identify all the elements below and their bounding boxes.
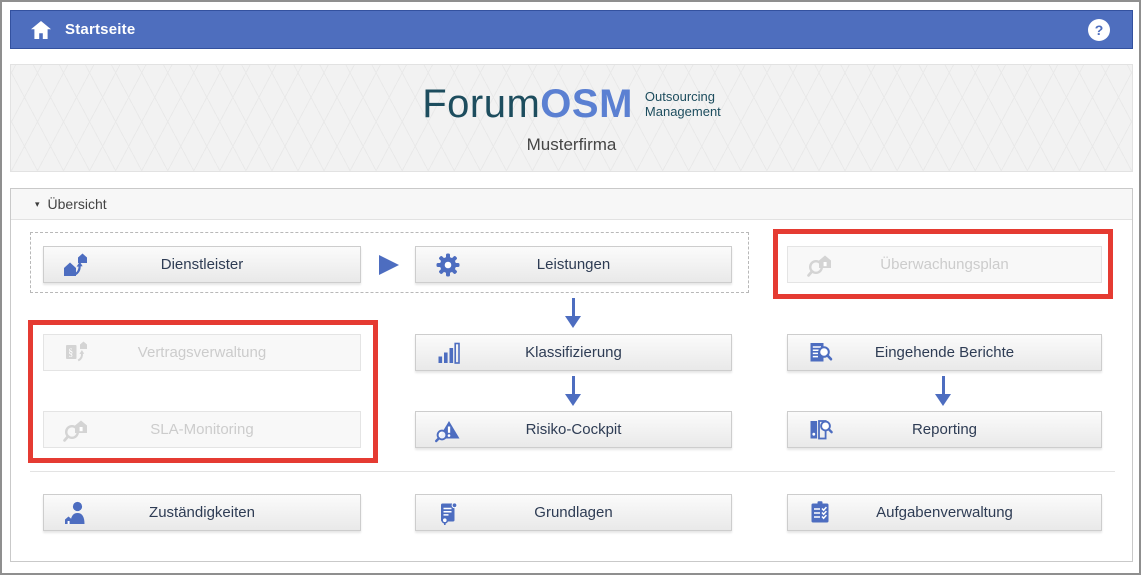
top-navigation-bar: Startseite ? (10, 10, 1133, 49)
contract-paragraph-icon: § (62, 339, 90, 367)
tile-leistungen[interactable]: Leistungen (415, 246, 732, 283)
tile-label: Dienstleister (161, 256, 244, 273)
search-house-icon (62, 416, 90, 444)
tile-label: Reporting (912, 421, 977, 438)
tile-eingehende-berichte[interactable]: Eingehende Berichte (787, 334, 1102, 371)
collapse-arrow-icon: ▾ (35, 199, 40, 210)
tile-risiko-cockpit[interactable]: Risiko-Cockpit (415, 411, 732, 448)
gear-icon (434, 251, 462, 279)
search-house-icon (806, 251, 834, 279)
tile-aufgabenverwaltung[interactable]: Aufgabenverwaltung (787, 494, 1102, 531)
tagline-line2: Management (645, 104, 721, 119)
svg-text:§: § (68, 347, 73, 358)
tile-label: Klassifizierung (525, 344, 622, 361)
tile-label: Überwachungsplan (880, 256, 1008, 273)
tile-grundlagen[interactable]: Grundlagen (415, 494, 732, 531)
tile-label: Risiko-Cockpit (526, 421, 622, 438)
tile-vertragsverwaltung: § Vertragsverwaltung (43, 334, 361, 371)
help-icon[interactable]: ? (1088, 19, 1110, 41)
brand-logo: ForumOSM Outsourcing Management (422, 82, 721, 127)
page-title: Startseite (65, 21, 135, 38)
app-window: Startseite ? ForumOSM Outsourcing Manage… (0, 0, 1141, 575)
section-divider (30, 471, 1115, 472)
tile-label: SLA-Monitoring (150, 421, 253, 438)
flow-arrow-down-icon (565, 298, 581, 328)
tile-label: Zuständigkeiten (149, 504, 255, 521)
section-title: Übersicht (48, 196, 107, 212)
tile-sla-monitoring: SLA-Monitoring (43, 411, 361, 448)
bar-chart-icon (434, 339, 462, 367)
flow-arrow-right-icon (379, 255, 399, 275)
tile-reporting[interactable]: Reporting (787, 411, 1102, 448)
tile-dienstleister[interactable]: Dienstleister (43, 246, 361, 283)
tagline-line1: Outsourcing (645, 89, 721, 104)
binder-search-icon (806, 416, 834, 444)
section-header-uebersicht[interactable]: ▾ Übersicht (11, 189, 1132, 220)
tile-klassifizierung[interactable]: Klassifizierung (415, 334, 732, 371)
company-name: Musterfirma (527, 135, 617, 155)
tile-ueberwachungsplan: Überwachungsplan (787, 246, 1102, 283)
tile-label: Grundlagen (534, 504, 612, 521)
brand-name-primary: Forum (422, 82, 540, 127)
scroll-document-icon (434, 499, 462, 527)
flow-arrow-down-icon (565, 376, 581, 406)
brand-name-secondary: OSM (540, 82, 633, 127)
person-house-icon (62, 499, 90, 527)
tile-label: Vertragsverwaltung (138, 344, 266, 361)
tile-label: Aufgabenverwaltung (876, 504, 1013, 521)
tile-label: Leistungen (537, 256, 610, 273)
home-icon[interactable] (29, 18, 53, 42)
risk-warning-search-icon (434, 416, 462, 444)
logo-banner: ForumOSM Outsourcing Management Musterfi… (10, 64, 1133, 172)
tile-label: Eingehende Berichte (875, 344, 1014, 361)
clipboard-check-icon (806, 499, 834, 527)
report-search-icon (806, 339, 834, 367)
brand-tagline: Outsourcing Management (645, 89, 721, 120)
flow-arrow-down-icon (935, 376, 951, 406)
outsourcing-houses-icon (62, 251, 90, 279)
tile-zustaendigkeiten[interactable]: Zuständigkeiten (43, 494, 361, 531)
